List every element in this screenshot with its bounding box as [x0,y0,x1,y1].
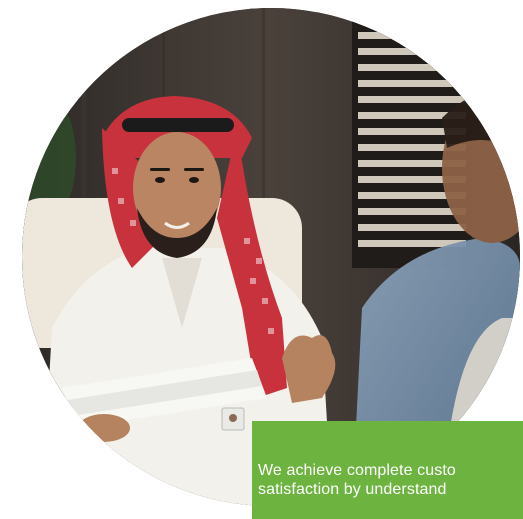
caption-line-2: satisfaction by understand [258,481,447,498]
caption-line-1: We achieve complete custo [258,462,456,479]
testimonial-section: We achieve complete custo satisfaction b… [0,0,523,519]
caption-text: We achieve complete custo satisfaction b… [258,461,523,499]
caption-box: We achieve complete custo satisfaction b… [252,421,523,519]
